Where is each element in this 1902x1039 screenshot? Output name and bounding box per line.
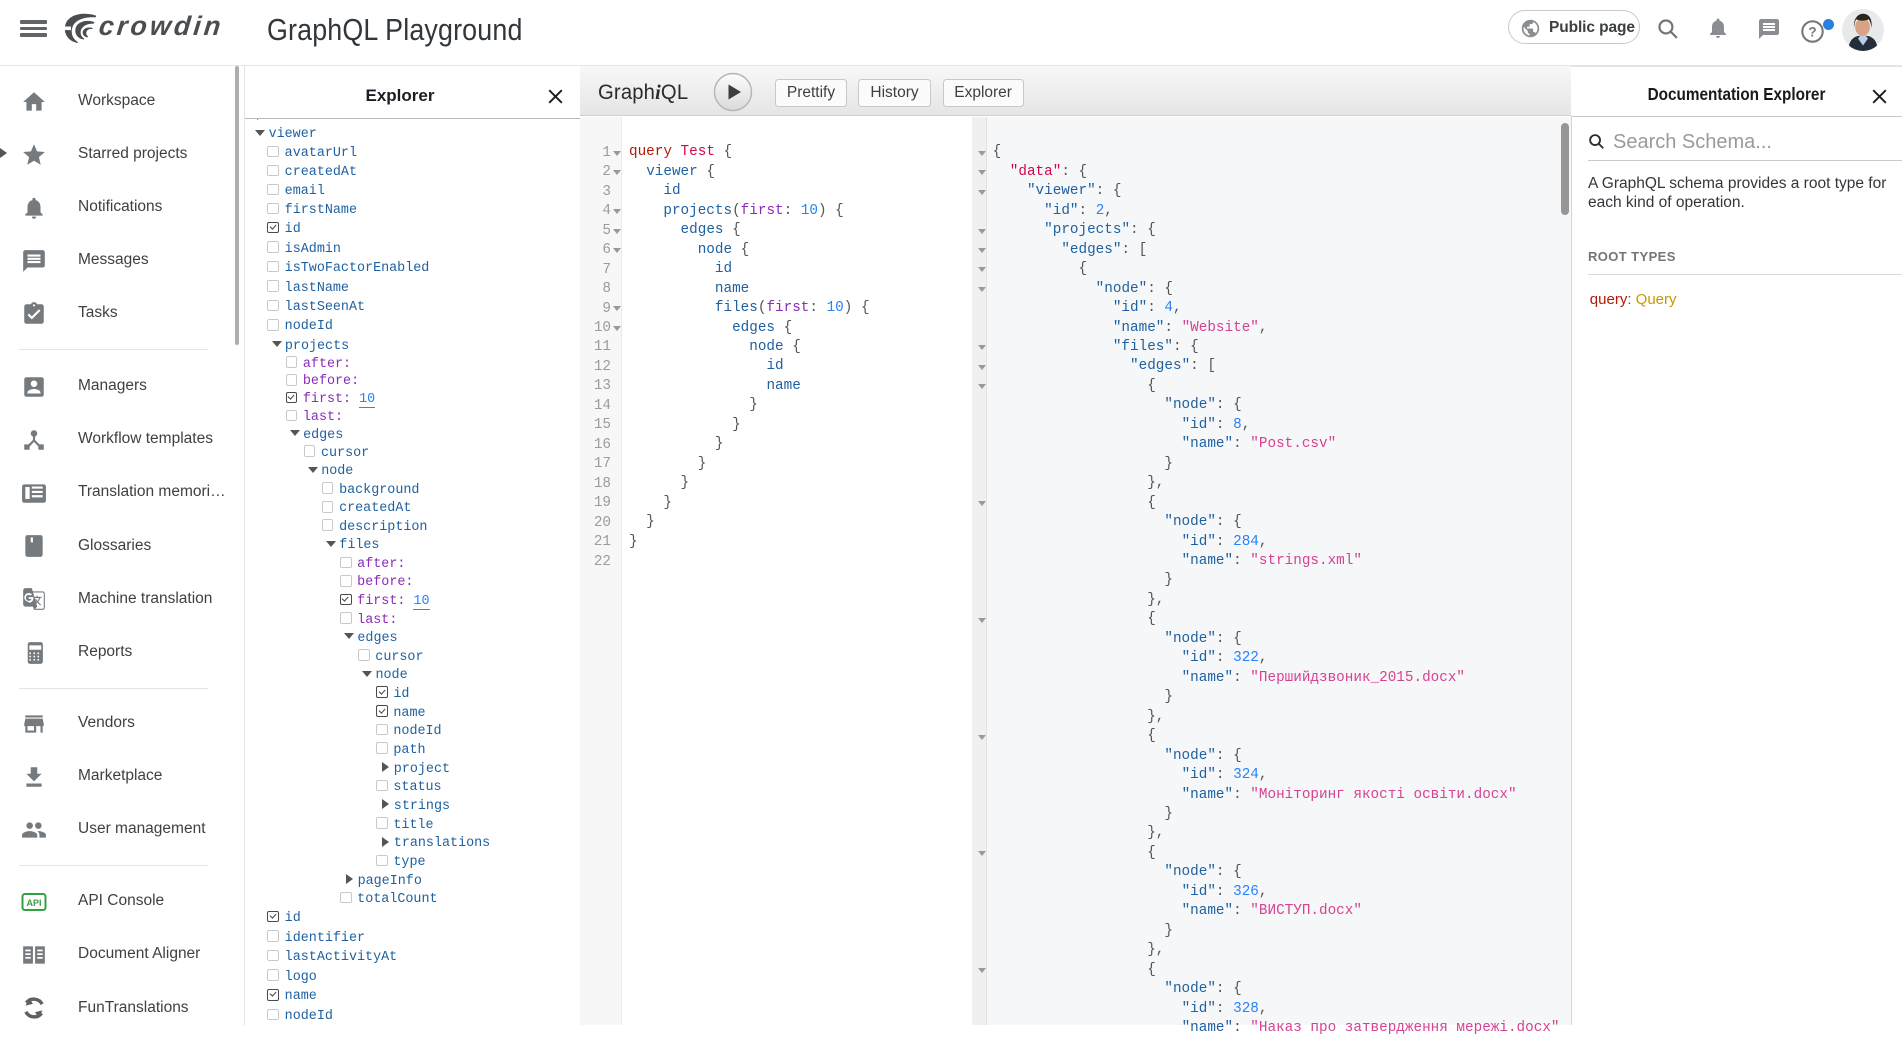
svg-text:?: ?: [1808, 24, 1816, 39]
svg-text:API: API: [26, 897, 41, 907]
